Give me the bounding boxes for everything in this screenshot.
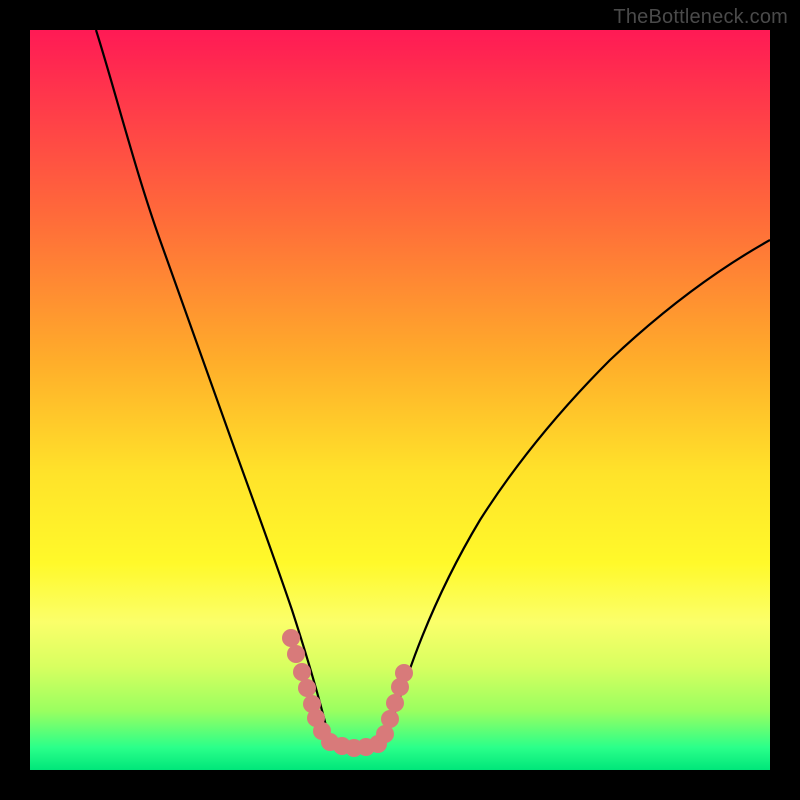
chart-frame: TheBottleneck.com: [0, 0, 800, 800]
plot-area: [30, 30, 770, 770]
right-curve: [385, 240, 770, 742]
highlight-dots: [282, 629, 413, 757]
curve-layer: [30, 30, 770, 770]
watermark-text: TheBottleneck.com: [613, 6, 788, 29]
